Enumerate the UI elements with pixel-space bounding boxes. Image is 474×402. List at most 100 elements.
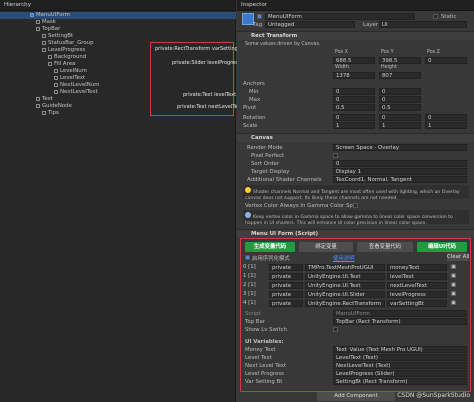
tree-item[interactable]: LevelText <box>54 75 85 82</box>
ui-var-label: Level Progress <box>245 371 284 377</box>
var-index[interactable]: 4 [1] <box>243 300 265 307</box>
bind-vars-button[interactable]: 绑定变量 <box>299 242 353 252</box>
height-label: Height <box>381 65 397 70</box>
ui-var-field[interactable]: NextLevelText (Text) <box>333 362 467 369</box>
var-access-dropdown[interactable]: private <box>269 291 303 298</box>
var-access-dropdown[interactable]: private <box>269 264 303 271</box>
var-type-dropdown[interactable]: UnityEngine.UI.Text <box>305 273 385 280</box>
var-type-dropdown[interactable]: UnityEngine.RectTransform <box>305 300 385 307</box>
tree-item[interactable]: SettingBt <box>42 33 73 40</box>
pivot-y-field[interactable]: 0.5 <box>379 104 421 111</box>
var-name-field[interactable]: levelProgress <box>387 291 447 298</box>
max-x-field[interactable]: 0 <box>333 96 375 103</box>
remove-var-button[interactable]: ▣ <box>451 264 456 271</box>
add-component-button[interactable]: Add Component <box>317 392 395 401</box>
height-field[interactable]: 807 <box>379 72 421 79</box>
tree-item[interactable]: Text <box>36 96 53 103</box>
inspector-tab[interactable]: Inspector <box>241 2 267 8</box>
pos-x-field[interactable]: 688.5 <box>333 57 375 64</box>
vertex-color-checkbox[interactable] <box>353 203 358 208</box>
tree-item[interactable]: GuideNode <box>36 103 72 110</box>
prefab-icon <box>30 13 34 17</box>
var-name-field[interactable]: levelText <box>387 273 447 280</box>
layer-label: Layer <box>363 22 379 28</box>
remove-var-button[interactable]: ▣ <box>451 282 456 289</box>
generate-code-button[interactable]: 生成变量代码 <box>245 242 295 252</box>
tree-item[interactable]: Mask <box>36 19 56 26</box>
canvas-header[interactable]: Canvas <box>237 133 474 142</box>
tree-item[interactable]: LevelNum <box>54 68 87 75</box>
sort-order-field[interactable]: 0 <box>333 160 467 167</box>
tree-item[interactable]: NextLevelNum <box>54 82 100 89</box>
var-type-dropdown[interactable]: UnityEngine.UI.Slider <box>305 291 385 298</box>
tree-item[interactable]: NextLevelText <box>54 89 98 96</box>
pivot-x-field[interactable]: 0.5 <box>333 104 375 111</box>
clear-all-button[interactable]: Clear All <box>447 253 469 261</box>
ui-var-field[interactable]: SettingBt (Rect Transform) <box>333 378 467 385</box>
ui-var-field[interactable]: LevelProgress (Slider) <box>333 370 467 377</box>
var-index[interactable]: 2 [1] <box>243 282 265 289</box>
pos-z-field[interactable]: 0 <box>425 57 467 64</box>
var-access-dropdown[interactable]: private <box>269 273 303 280</box>
pos-y-field[interactable]: 398.5 <box>379 57 421 64</box>
var-name-field[interactable]: varSettingBt <box>387 300 447 307</box>
anchors-label[interactable]: Anchors <box>243 81 265 87</box>
var-name-field[interactable]: moneyText <box>387 264 447 271</box>
var-index[interactable]: 1 [1] <box>243 273 265 280</box>
var-row: 4 [1] private UnityEngine.RectTransform … <box>243 300 471 307</box>
tree-item[interactable]: TopBar <box>36 26 60 33</box>
gameobject-icon <box>42 41 46 45</box>
name-field[interactable]: MenuUIForm <box>265 13 415 20</box>
var-row: 3 [1] private UnityEngine.UI.Slider leve… <box>243 291 471 298</box>
max-y-field[interactable]: 0 <box>379 96 421 103</box>
edit-ui-code-button[interactable]: 编辑UI代码 <box>417 242 467 252</box>
layer-dropdown[interactable]: UI <box>379 21 467 28</box>
var-access-dropdown[interactable]: private <box>269 282 303 289</box>
render-mode-dropdown[interactable]: Screen Space - Overlay <box>333 144 467 151</box>
rect-transform-header[interactable]: Rect Transform <box>237 31 474 40</box>
var-access-dropdown[interactable]: private <box>269 300 303 307</box>
pixel-perfect-checkbox[interactable] <box>333 153 338 158</box>
additional-channels-dropdown[interactable]: TexCoord1, Normal, Tangent <box>333 176 467 183</box>
ui-var-label: Var Setting Bt <box>245 379 283 385</box>
static-checkbox[interactable] <box>433 14 438 19</box>
ui-var-field[interactable]: Text_Value (Text Mesh Pro UGUI) <box>333 346 467 353</box>
tree-item[interactable]: Tips <box>42 110 59 117</box>
serialize-mode-checkbox[interactable] <box>245 255 250 260</box>
ui-var-field[interactable]: LevelText (Text) <box>333 354 467 361</box>
var-type-dropdown[interactable]: UnityEngine.UI.Text <box>305 282 385 289</box>
show-lv-switch-checkbox[interactable] <box>333 327 338 332</box>
var-type-dropdown[interactable]: TMPro.TextMeshProUGUI <box>305 264 385 271</box>
gamma-info: Keep vertex color in Gamma space to allo… <box>245 212 467 226</box>
width-field[interactable]: 1378 <box>333 72 375 79</box>
help-link[interactable]: 使用说明 <box>333 254 355 262</box>
tree-item[interactable]: Fill Area <box>48 61 75 68</box>
remove-var-button[interactable]: ▣ <box>451 300 456 307</box>
hierarchy-tab[interactable]: Hierarchy <box>4 2 31 8</box>
remove-var-button[interactable]: ▣ <box>451 291 456 298</box>
target-display-dropdown[interactable]: Display 1 <box>333 168 467 175</box>
tree-item[interactable]: Background <box>48 54 86 61</box>
view-code-button[interactable]: 查看变量代码 <box>357 242 413 252</box>
tree-item[interactable]: StatusBar_Group <box>42 40 94 47</box>
top-bar-field[interactable]: TopBar (Rect Transform) <box>333 318 467 325</box>
scale-z-field[interactable]: 1 <box>425 122 467 129</box>
tag-dropdown[interactable]: Untagged <box>265 21 355 28</box>
var-index[interactable]: 0 [1] <box>243 264 265 271</box>
ui-variables-heading: UI Variables: <box>245 339 284 345</box>
active-checkbox[interactable] <box>257 14 262 19</box>
remove-var-button[interactable]: ▣ <box>451 273 456 280</box>
var-index[interactable]: 3 [1] <box>243 291 265 298</box>
rotation-x-field[interactable]: 0 <box>333 114 375 121</box>
min-y-field[interactable]: 0 <box>379 88 421 95</box>
tree-item[interactable]: LevelProgress <box>42 47 85 54</box>
tree-item-root[interactable]: MenuUIForm <box>0 12 236 19</box>
sort-order-label: Sort Order <box>251 161 280 167</box>
var-name-field[interactable]: nextLevelText <box>387 282 447 289</box>
menu-ui-form-header[interactable]: Menu UI Form (Script) <box>237 229 474 238</box>
min-x-field[interactable]: 0 <box>333 88 375 95</box>
rotation-y-field[interactable]: 0 <box>379 114 421 121</box>
scale-x-field[interactable]: 1 <box>333 122 375 129</box>
scale-y-field[interactable]: 1 <box>379 122 421 129</box>
rotation-z-field[interactable]: 0 <box>425 114 467 121</box>
